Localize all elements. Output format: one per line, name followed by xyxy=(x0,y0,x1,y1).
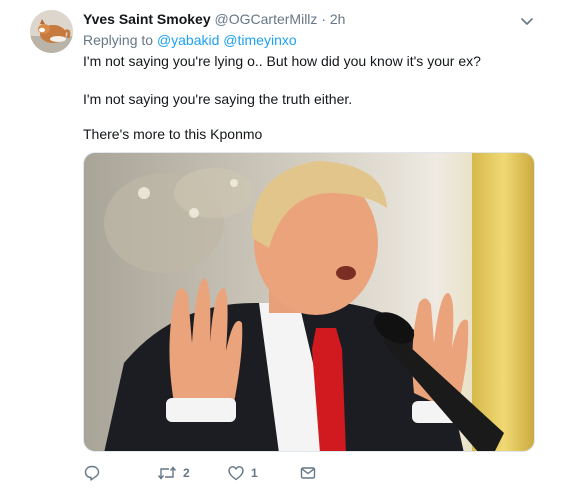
direct-message-button[interactable] xyxy=(299,463,317,483)
mention-link[interactable]: @yabakid xyxy=(157,32,219,48)
heart-icon xyxy=(228,466,244,481)
envelope-icon xyxy=(300,467,316,479)
photo-illustration xyxy=(84,153,534,451)
timestamp[interactable]: 2h xyxy=(330,11,346,27)
tweet: Yves Saint Smokey @OGCarterMillz · 2h Re… xyxy=(0,0,567,491)
like-count: 1 xyxy=(251,466,258,480)
display-name[interactable]: Yves Saint Smokey xyxy=(83,11,211,27)
separator-dot: · xyxy=(321,11,326,27)
retweet-button[interactable]: 2 xyxy=(157,463,190,483)
mention-link[interactable]: @timeyinxo xyxy=(223,32,296,48)
replying-to: Replying to @yabakid @timeyinxo xyxy=(83,31,297,49)
tweet-text-line: There's more to this Kponmo xyxy=(83,126,263,142)
retweet-count: 2 xyxy=(183,466,190,480)
reply-button[interactable] xyxy=(83,463,107,483)
reply-icon xyxy=(84,465,100,481)
tweet-text-line: I'm not saying you're saying the truth e… xyxy=(83,91,353,107)
tweet-text-line: I'm not saying you're lying o.. But how … xyxy=(83,53,481,69)
tweet-photo[interactable] xyxy=(83,152,535,452)
avatar[interactable] xyxy=(30,10,73,53)
tweet-header: Yves Saint Smokey @OGCarterMillz · 2h xyxy=(83,10,527,28)
like-button[interactable]: 1 xyxy=(227,463,258,483)
more-options-caret[interactable] xyxy=(521,14,533,25)
user-handle[interactable]: @OGCarterMillz xyxy=(215,11,318,27)
replying-to-label: Replying to xyxy=(83,32,154,48)
chevron-down-icon xyxy=(521,18,533,25)
avatar-image xyxy=(30,10,73,53)
retweet-icon xyxy=(157,466,177,480)
tweet-actions: 2 1 xyxy=(83,463,543,483)
